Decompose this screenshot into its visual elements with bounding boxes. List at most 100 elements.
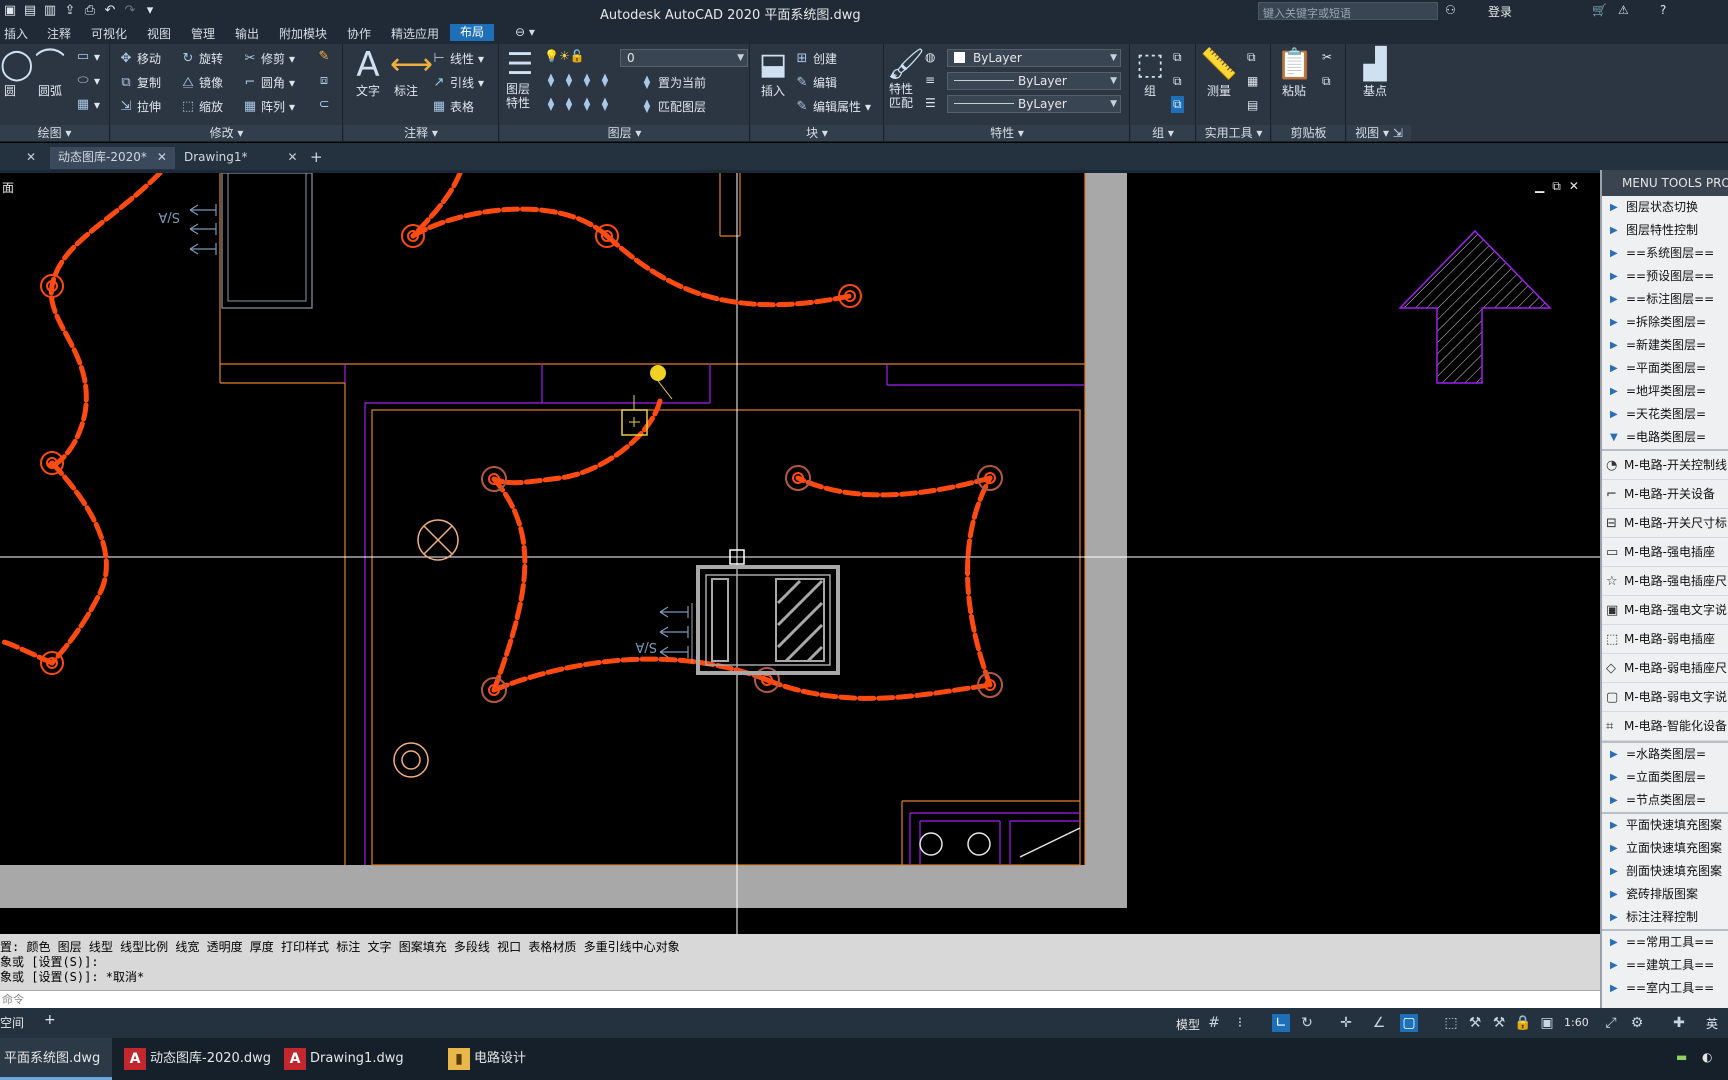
redo-icon[interactable]: ↷	[122, 3, 138, 19]
taskbar-item-plan[interactable]: 平面系统图.dwg	[0, 1038, 112, 1080]
viewport-label[interactable]: 面	[2, 179, 14, 196]
palette-tool[interactable]: ▣ M-电路-强电文字说	[1602, 596, 1728, 625]
plot-icon[interactable]: ⎙	[82, 3, 98, 19]
ribbon-options-icon[interactable]: ⊖ ▾	[515, 25, 535, 39]
qat-dropdown-icon[interactable]: ▾	[142, 3, 158, 19]
tab-document-1[interactable]: ✕	[0, 147, 48, 169]
drawing-canvas[interactable]: S/A S/A 面 ▁ ⧉ ✕	[0, 170, 1600, 934]
palette-item[interactable]: ▶ 标注注释控制	[1602, 906, 1728, 929]
customize-icon[interactable]: ✚	[1670, 1014, 1688, 1032]
hatch-button[interactable]: ▦ ▾	[76, 98, 100, 113]
color-dropdown[interactable]: ByLayer ▼	[947, 49, 1121, 67]
measure-button[interactable]: 📏 测量	[1199, 48, 1239, 99]
tab-document-3[interactable]: Drawing1* ✕	[176, 147, 306, 169]
explode-button[interactable]: ⧈	[317, 74, 331, 88]
move-button[interactable]: ✥ 移动	[119, 50, 161, 67]
isolate-icon[interactable]: ▣	[1538, 1014, 1556, 1032]
tab-collaborate[interactable]: 协作	[347, 25, 371, 42]
tray-icon[interactable]: ▬	[1676, 1050, 1687, 1064]
palette-item-expanded[interactable]: ▼ =电路类图层=	[1602, 426, 1728, 449]
grid-icon[interactable]: #	[1205, 1014, 1223, 1032]
palette-tool[interactable]: ⬚ M-电路-弱电插座	[1602, 625, 1728, 654]
login-button[interactable]: 登录	[1488, 3, 1512, 20]
fillet-button[interactable]: ⌐ 圆角 ▾	[243, 74, 296, 91]
text-button[interactable]: A 文字	[352, 48, 384, 99]
tab-manage[interactable]: 管理	[191, 25, 215, 42]
save-icon[interactable]: ▣	[2, 3, 18, 19]
fullscreen-icon[interactable]: ⤢	[1602, 1014, 1620, 1032]
palette-item[interactable]: ▶ =新建类图层=	[1602, 334, 1728, 357]
tab-visualize[interactable]: 可视化	[91, 25, 127, 42]
mirror-button[interactable]: ⧋ 镜像	[181, 74, 223, 91]
palette-item[interactable]: ▶ 图层特性控制	[1602, 219, 1728, 242]
taskbar-item-library[interactable]: A 动态图库-2020.dwg	[116, 1038, 272, 1080]
lineweight-dropdown[interactable]: ByLayer ▼	[947, 95, 1121, 113]
erase-button[interactable]: ✎	[317, 50, 331, 64]
trim-button[interactable]: ✂ 修剪 ▾	[243, 50, 296, 67]
taskbar-item-folder[interactable]: ▮ 电路设计	[440, 1038, 590, 1080]
layer-dropdown[interactable]: 0 ▼	[620, 49, 748, 67]
group-button[interactable]: ⬚ 组	[1135, 48, 1165, 99]
otrack-icon[interactable]: ∠	[1370, 1014, 1388, 1032]
ortho-icon[interactable]: ∟	[1272, 1014, 1290, 1032]
tab-featured-apps[interactable]: 精选应用	[391, 25, 439, 42]
add-layout-button[interactable]: +	[44, 1012, 56, 1028]
palette-item[interactable]: ▶ 图层状态切换	[1602, 196, 1728, 219]
linetype-dropdown[interactable]: ByLayer ▼	[947, 72, 1121, 90]
palette-tool[interactable]: ☆ M-电路-强电插座尺	[1602, 567, 1728, 596]
select-all-icon[interactable]: ▦	[1247, 74, 1258, 88]
ungroup-icon[interactable]: ⧉	[1173, 50, 1182, 65]
selection-cycling-icon[interactable]: ▢	[1400, 1014, 1418, 1032]
palette-item[interactable]: ▶ =节点类图层=	[1602, 789, 1728, 812]
palette-item[interactable]: ▶ =立面类图层=	[1602, 766, 1728, 789]
create-block-button[interactable]: ⊞ 创建	[795, 50, 837, 67]
arc-button[interactable]: ⌒ 圆弧	[32, 48, 68, 99]
scale-button[interactable]: ⬚ 缩放	[181, 98, 223, 115]
set-current-button[interactable]: ⧫ 置为当前	[640, 74, 706, 91]
palette-item[interactable]: ▶ 剖面快速填充图案	[1602, 860, 1728, 883]
copy-button[interactable]: ⧉ 复制	[119, 74, 161, 91]
palette-item[interactable]: ▶ ==预设图层==	[1602, 265, 1728, 288]
palette-tool[interactable]: ◇ M-电路-弱电插座尺	[1602, 654, 1728, 683]
offset-button[interactable]: ⊂	[317, 98, 331, 112]
taskbar-item-drawing1[interactable]: A Drawing1.dwg	[276, 1038, 432, 1080]
group-select-icon[interactable]: ⧉	[1171, 96, 1184, 113]
cut-icon[interactable]: ✂	[1322, 50, 1332, 64]
undo-icon[interactable]: ↶	[102, 3, 118, 19]
tab-output[interactable]: 输出	[235, 25, 259, 42]
layer-tools-row1[interactable]: ⧫ ⧫ ⧫ ⧫	[544, 74, 612, 88]
layer-state-icons[interactable]: 💡☀🔓	[544, 49, 585, 63]
match-properties-button[interactable]: 🖌 特性匹配	[887, 48, 925, 111]
palette-item[interactable]: ▶ ==室内工具==	[1602, 977, 1728, 1000]
rotate-button[interactable]: ↻ 旋转	[181, 50, 223, 67]
paste-button[interactable]: 📋 粘贴	[1276, 48, 1313, 99]
palette-item[interactable]: ▶ =水路类图层=	[1602, 743, 1728, 766]
dimension-button[interactable]: ⟷ 标注	[390, 48, 433, 99]
layer-tools-row2[interactable]: ⧫ ⧫ ⧫ ⧫	[544, 98, 612, 112]
palette-item[interactable]: ▶ =拆除类图层=	[1602, 311, 1728, 334]
palette-item[interactable]: ▶ ==标注图层==	[1602, 288, 1728, 311]
quick-select-icon[interactable]: ⧉	[1247, 50, 1256, 65]
annotation-scale[interactable]: 1:60	[1564, 1016, 1589, 1029]
tab-addins[interactable]: 附加模块	[279, 25, 327, 42]
osnap-icon[interactable]: ✛	[1337, 1014, 1355, 1032]
new-tab-button[interactable]: +	[302, 147, 331, 169]
share-icon[interactable]: ⚠	[1618, 3, 1629, 17]
restore-icon[interactable]: ⧉	[1552, 179, 1561, 194]
auto-scale-icon[interactable]: ⚒	[1490, 1014, 1508, 1032]
array-button[interactable]: ▦ 阵列 ▾	[243, 98, 295, 115]
help-icon[interactable]: ?	[1660, 3, 1666, 17]
layer-properties-button[interactable]: ☰ 图层特性	[504, 48, 536, 111]
ellipse-button[interactable]: ⬭ ▾	[76, 74, 100, 89]
palette-header[interactable]: MENU TOOLS PRO	[1602, 170, 1728, 196]
command-input[interactable]: 命令	[0, 990, 1600, 1008]
palette-item[interactable]: ▶ =天花类图层=	[1602, 403, 1728, 426]
close-icon[interactable]: ✕	[288, 150, 298, 164]
stretch-button[interactable]: ⇲ 拉伸	[119, 98, 161, 115]
palette-item[interactable]: ▶ ==建筑工具==	[1602, 954, 1728, 977]
close-icon[interactable]: ✕	[157, 150, 167, 164]
edit-attributes-button[interactable]: ✎ 编辑属性 ▾	[795, 98, 872, 115]
lock-icon[interactable]: 🔒	[1514, 1014, 1532, 1032]
palette-item[interactable]: ▶ =地坪类图层=	[1602, 380, 1728, 403]
leader-button[interactable]: ↗ 引线 ▾	[432, 74, 485, 91]
